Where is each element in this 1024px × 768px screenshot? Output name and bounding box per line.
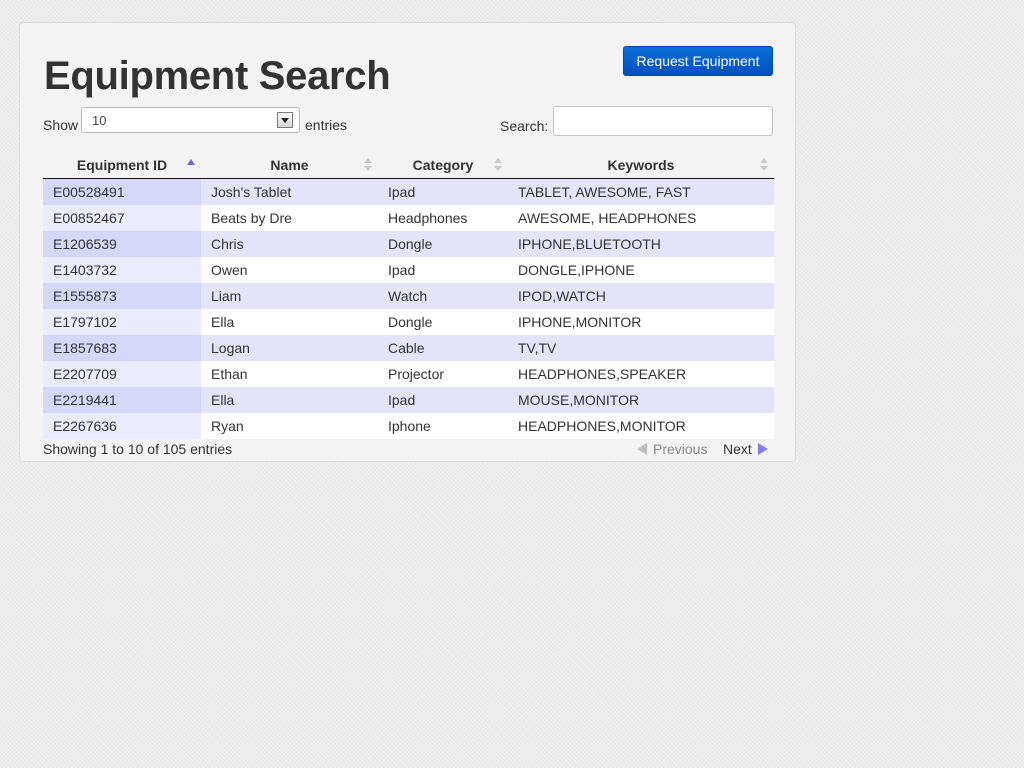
- cell-name: Ella: [201, 309, 378, 335]
- search-label: Search:: [500, 118, 549, 134]
- table-row[interactable]: E2219441 Ella Ipad MOUSE,MONITOR: [43, 387, 774, 413]
- cell-name: Owen: [201, 257, 378, 283]
- next-page-button[interactable]: Next: [723, 441, 768, 457]
- table-row[interactable]: E2267636 Ryan Iphone HEADPHONES,MONITOR: [43, 413, 774, 439]
- page-title: Equipment Search: [44, 54, 391, 98]
- cell-equipment-id: E1206539: [43, 231, 201, 257]
- column-header-category[interactable]: Category: [378, 152, 508, 179]
- cell-category: Dongle: [378, 231, 508, 257]
- cell-keywords: TV,TV: [508, 335, 774, 361]
- cell-category: Watch: [378, 283, 508, 309]
- previous-label: Previous: [653, 441, 708, 457]
- column-header-label: Category: [412, 157, 474, 173]
- cell-keywords: TABLET, AWESOME, FAST: [508, 178, 774, 205]
- equipment-search-panel: Equipment Search Request Equipment Show …: [19, 22, 796, 462]
- sort-ascending-icon: [187, 158, 195, 172]
- cell-keywords: MOUSE,MONITOR: [508, 387, 774, 413]
- cell-name: Josh's Tablet: [201, 178, 378, 205]
- table-info-text: Showing 1 to 10 of 105 entries: [43, 441, 233, 457]
- cell-keywords: AWESOME, HEADPHONES: [508, 205, 774, 231]
- cell-category: Ipad: [378, 257, 508, 283]
- column-header-keywords[interactable]: Keywords: [508, 152, 774, 179]
- cell-category: Ipad: [378, 178, 508, 205]
- cell-keywords: IPOD,WATCH: [508, 283, 774, 309]
- table-row[interactable]: E1206539 Chris Dongle IPHONE,BLUETOOTH: [43, 231, 774, 257]
- cell-equipment-id: E2219441: [43, 387, 201, 413]
- cell-equipment-id: E2207709: [43, 361, 201, 387]
- show-label: Show: [43, 117, 79, 133]
- cell-name: Liam: [201, 283, 378, 309]
- cell-name: Logan: [201, 335, 378, 361]
- triangle-left-icon: [637, 443, 647, 455]
- cell-name: Chris: [201, 231, 378, 257]
- column-header-name[interactable]: Name: [201, 152, 378, 179]
- cell-category: Dongle: [378, 309, 508, 335]
- table-row[interactable]: E00852467 Beats by Dre Headphones AWESOM…: [43, 205, 774, 231]
- cell-keywords: IPHONE,BLUETOOTH: [508, 231, 774, 257]
- previous-page-button[interactable]: Previous: [637, 441, 707, 457]
- cell-keywords: IPHONE,MONITOR: [508, 309, 774, 335]
- page-length-select[interactable]: 10: [81, 107, 300, 133]
- table-row[interactable]: E00528491 Josh's Tablet Ipad TABLET, AWE…: [43, 178, 774, 205]
- cell-name: Beats by Dre: [201, 205, 378, 231]
- sort-arrows-icon: [364, 158, 372, 172]
- next-label: Next: [723, 441, 752, 457]
- sort-arrows-icon: [760, 158, 768, 172]
- equipment-table: Equipment ID Name Category Keywords E005…: [43, 152, 774, 439]
- column-header-equipment-id[interactable]: Equipment ID: [43, 152, 201, 179]
- table-row[interactable]: E1797102 Ella Dongle IPHONE,MONITOR: [43, 309, 774, 335]
- cell-keywords: HEADPHONES,SPEAKER: [508, 361, 774, 387]
- triangle-right-icon: [757, 443, 768, 455]
- table-header-row: Equipment ID Name Category Keywords: [43, 152, 774, 179]
- cell-category: Headphones: [378, 205, 508, 231]
- table-row[interactable]: E1555873 Liam Watch IPOD,WATCH: [43, 283, 774, 309]
- cell-keywords: DONGLE,IPHONE: [508, 257, 774, 283]
- cell-category: Projector: [378, 361, 508, 387]
- column-header-label: Equipment ID: [76, 157, 168, 173]
- chevron-down-icon[interactable]: [277, 112, 293, 128]
- request-equipment-button[interactable]: Request Equipment: [623, 46, 773, 76]
- cell-keywords: HEADPHONES,MONITOR: [508, 413, 774, 439]
- cell-name: Ella: [201, 387, 378, 413]
- cell-equipment-id: E2267636: [43, 413, 201, 439]
- cell-equipment-id: E1797102: [43, 309, 201, 335]
- entries-label: entries: [305, 117, 348, 133]
- cell-name: Ethan: [201, 361, 378, 387]
- column-header-label: Keywords: [607, 157, 675, 173]
- cell-name: Ryan: [201, 413, 378, 439]
- cell-equipment-id: E00528491: [43, 178, 201, 205]
- column-header-label: Name: [270, 157, 309, 173]
- cell-category: Iphone: [378, 413, 508, 439]
- cell-equipment-id: E00852467: [43, 205, 201, 231]
- cell-category: Cable: [378, 335, 508, 361]
- page-length-value: 10: [92, 113, 107, 128]
- cell-category: Ipad: [378, 387, 508, 413]
- table-row[interactable]: E1857683 Logan Cable TV,TV: [43, 335, 774, 361]
- table-row[interactable]: E1403732 Owen Ipad DONGLE,IPHONE: [43, 257, 774, 283]
- cell-equipment-id: E1857683: [43, 335, 201, 361]
- table-row[interactable]: E2207709 Ethan Projector HEADPHONES,SPEA…: [43, 361, 774, 387]
- cell-equipment-id: E1403732: [43, 257, 201, 283]
- sort-arrows-icon: [494, 158, 502, 172]
- cell-equipment-id: E1555873: [43, 283, 201, 309]
- search-input[interactable]: [553, 106, 773, 136]
